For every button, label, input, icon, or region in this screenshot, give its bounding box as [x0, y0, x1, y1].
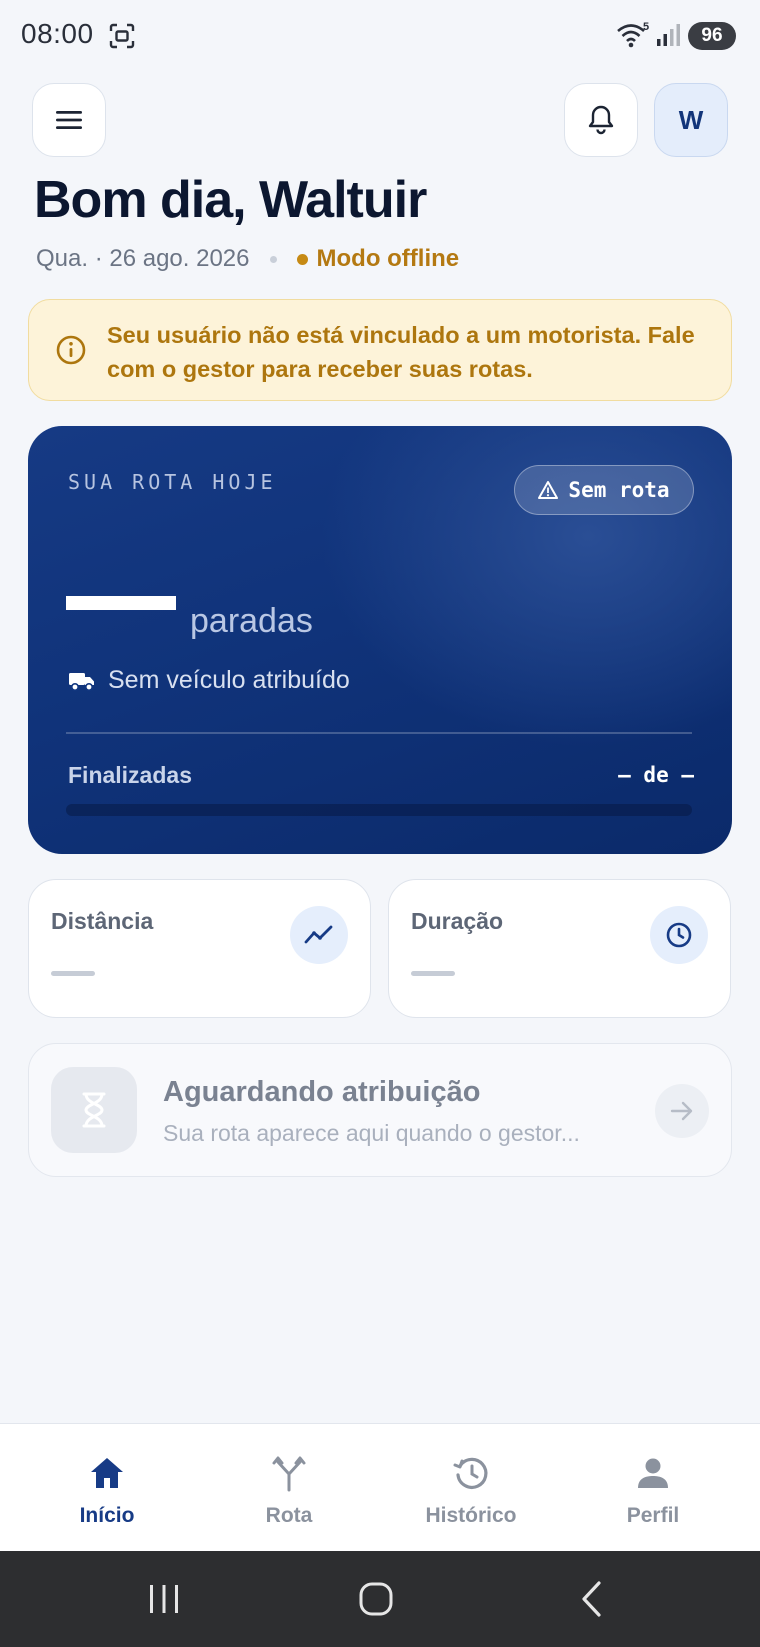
no-route-badge: Sem rota — [514, 465, 694, 515]
duration-card: Duração — [388, 879, 731, 1018]
awaiting-assignment-card[interactable]: Aguardando atribuição Sua rota aparece a… — [28, 1043, 732, 1177]
wifi-icon: 5 — [617, 21, 649, 48]
notifications-button[interactable] — [564, 83, 638, 157]
driver-link-warning: Seu usuário não está vinculado a um moto… — [28, 299, 732, 401]
screenshot-icon — [109, 23, 135, 49]
offline-status-dot — [296, 253, 308, 265]
trend-line-icon — [304, 925, 333, 944]
wifi-badge: 5 — [643, 21, 649, 33]
nav-label-home: Início — [79, 1504, 135, 1527]
menu-icon — [56, 111, 82, 129]
route-progress-bar — [66, 804, 692, 816]
recent-apps-icon[interactable] — [144, 1579, 184, 1619]
stops-count-placeholder — [66, 596, 176, 610]
vehicle-info: Sem veículo atribuído — [68, 666, 350, 695]
warning-triangle-icon — [538, 481, 559, 499]
status-bar: 08:00 5 96 — [0, 0, 760, 72]
awaiting-arrow-button[interactable] — [655, 1084, 709, 1138]
current-date: Qua. · 26 ago. 2026 — [36, 245, 250, 272]
battery-indicator: 96 — [688, 22, 736, 50]
separator-dot — [269, 255, 277, 263]
nav-item-history[interactable]: Histórico — [380, 1424, 562, 1552]
bottom-navigation: Início Rota Histórico Perfil — [0, 1423, 760, 1551]
status-time: 08:00 — [21, 18, 94, 49]
nav-item-route[interactable]: Rota — [198, 1424, 380, 1552]
history-icon — [453, 1457, 488, 1489]
truck-icon — [69, 672, 94, 691]
route-card-label: SUA ROTA HOJE — [68, 470, 277, 494]
duration-icon-container — [650, 906, 708, 964]
awaiting-title: Aguardando atribuição — [163, 1076, 481, 1108]
clock-icon — [666, 922, 692, 948]
duration-label: Duração — [411, 908, 504, 934]
nav-label-route: Rota — [265, 1504, 313, 1527]
distance-icon-container — [290, 906, 348, 964]
info-icon — [56, 335, 86, 365]
back-icon[interactable] — [572, 1579, 612, 1619]
offline-mode-label: Modo offline — [316, 245, 460, 272]
awaiting-subtitle: Sua rota aparece aqui quando o gestor... — [163, 1120, 580, 1146]
hourglass-icon-container — [51, 1067, 137, 1153]
distance-label: Distância — [51, 908, 154, 934]
menu-button[interactable] — [32, 83, 106, 157]
nav-item-home[interactable]: Início — [16, 1424, 198, 1552]
home-icon — [91, 1458, 123, 1488]
page-title: Bom dia, Waltuir — [34, 171, 427, 229]
today-route-card[interactable]: SUA ROTA HOJE Sem rota paradas Sem veícu… — [28, 426, 732, 854]
nav-label-history: Histórico — [425, 1504, 517, 1527]
nav-item-profile[interactable]: Perfil — [562, 1424, 744, 1552]
nav-label-profile: Perfil — [626, 1504, 680, 1527]
date-line: Qua. · 26 ago. 2026 Modo offline — [36, 245, 459, 273]
stops-label: paradas — [190, 602, 313, 640]
home-screen: 08:00 5 96 W Bom dia, Waltuir Qua. · 26 … — [0, 0, 760, 1647]
system-navigation-bar — [0, 1551, 760, 1647]
finalized-count: — de — — [618, 763, 694, 787]
no-route-badge-label: Sem rota — [568, 478, 670, 502]
bell-icon — [588, 105, 614, 135]
avatar[interactable]: W — [654, 83, 728, 157]
duration-value-placeholder — [411, 971, 455, 976]
vehicle-label: Sem veículo atribuído — [108, 666, 350, 694]
finalized-label: Finalizadas — [68, 762, 192, 788]
distance-value-placeholder — [51, 971, 95, 976]
route-card-divider — [66, 732, 692, 734]
route-icon — [272, 1456, 306, 1492]
arrow-right-icon — [670, 1101, 693, 1121]
warning-message: Seu usuário não está vinculado a um moto… — [107, 322, 695, 382]
signal-icon — [657, 24, 680, 46]
distance-card: Distância — [28, 879, 371, 1018]
hourglass-icon — [82, 1092, 106, 1128]
profile-icon — [638, 1458, 668, 1488]
home-button-icon[interactable] — [356, 1579, 396, 1619]
